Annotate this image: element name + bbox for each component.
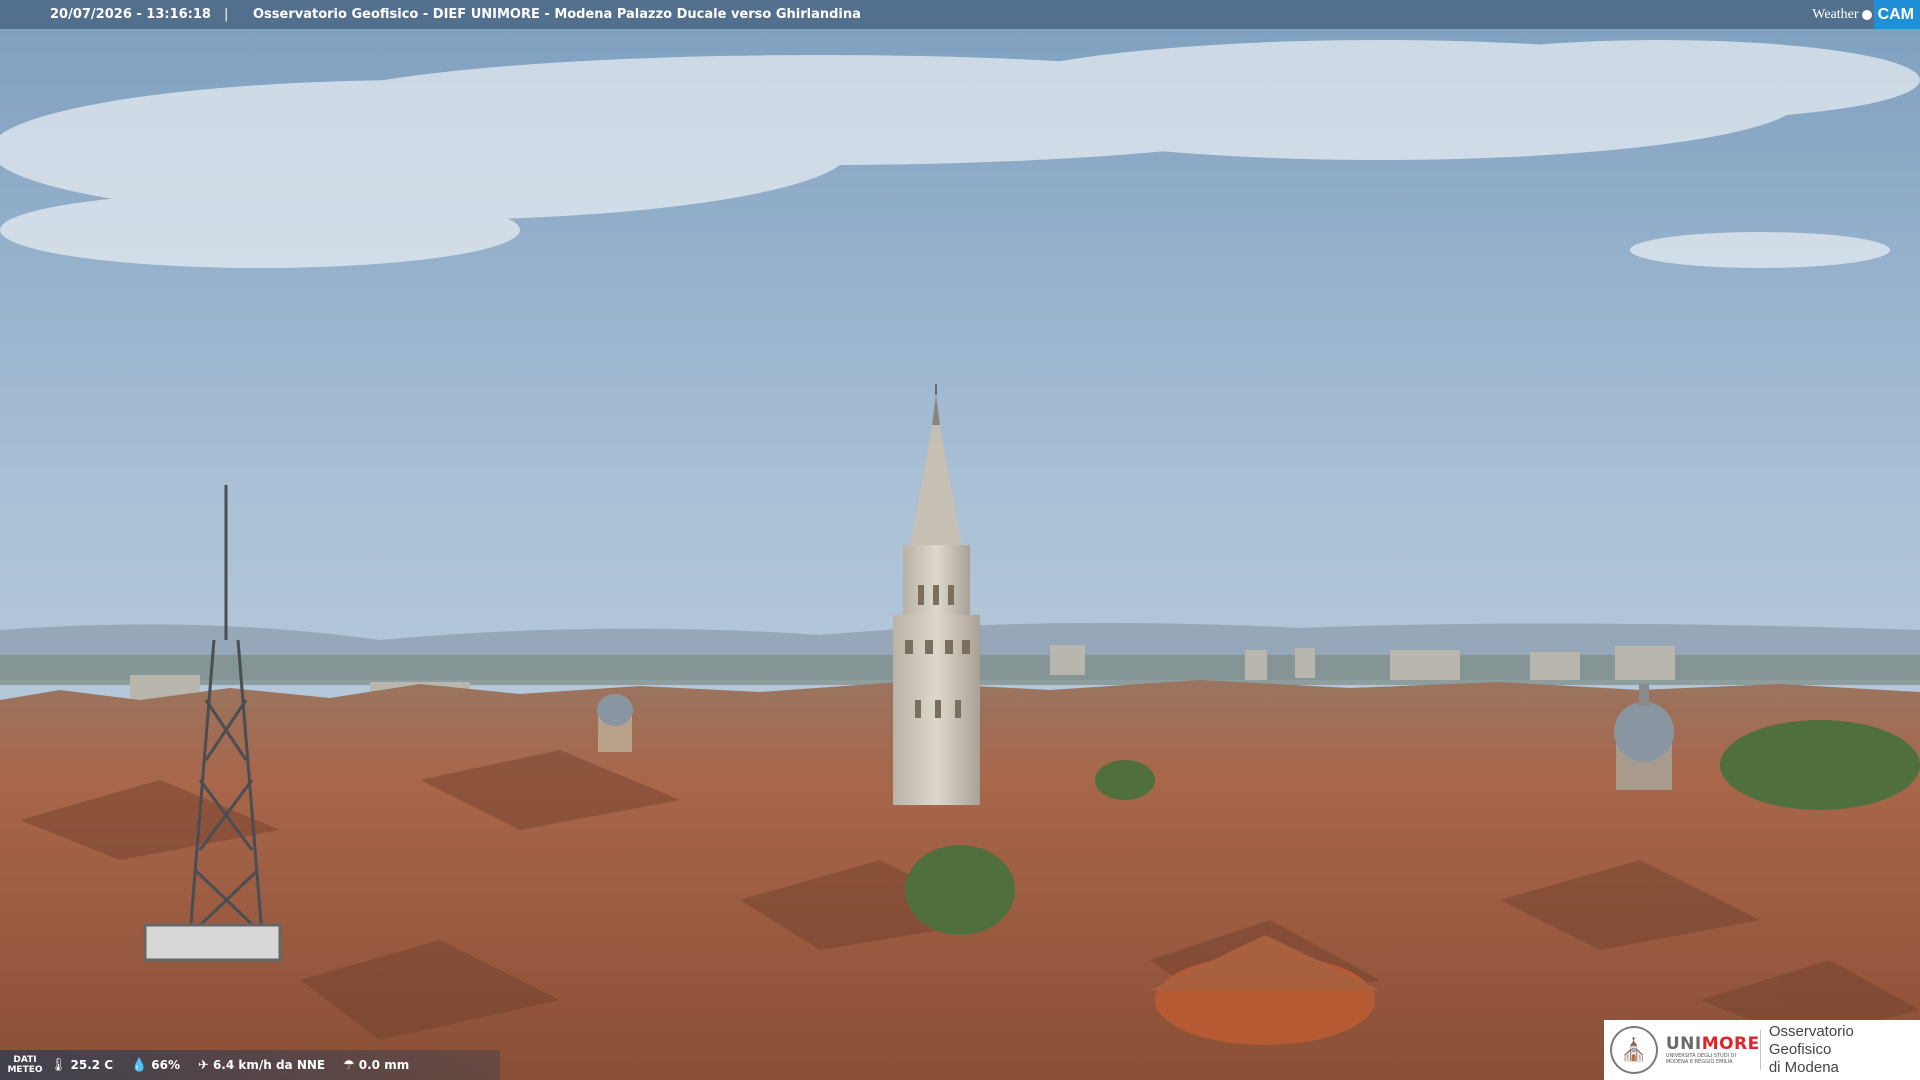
university-line2: MODENA E REGGIO EMILIA bbox=[1665, 1059, 1733, 1065]
unimore-name: UNIMORE bbox=[1665, 1034, 1759, 1054]
unimore-name-part2: MORE bbox=[1701, 1034, 1760, 1054]
dome-left bbox=[597, 694, 633, 752]
humidity-value: 66% bbox=[151, 1058, 181, 1072]
wind-reading: ✈ 6.4 km/h da NNE bbox=[198, 1058, 325, 1073]
observatory-line2: di Modena bbox=[1768, 1059, 1839, 1076]
meteo-label: DATI METEO bbox=[0, 1055, 50, 1075]
droplet-icon: 💧 bbox=[131, 1057, 148, 1073]
wind-icon: ✈ bbox=[198, 1057, 209, 1073]
wind-value: 6.4 km/h da NNE bbox=[212, 1058, 326, 1072]
observatory-line1: Osservatorio Geofisico bbox=[1768, 1023, 1854, 1058]
temperature-reading: 🌡 25.2 C bbox=[50, 1058, 113, 1073]
logo-divider bbox=[1759, 1030, 1761, 1070]
observatory-name: Osservatorio Geofisico di Modena bbox=[1769, 1023, 1920, 1077]
meteo-label-line1: DATI bbox=[13, 1055, 37, 1065]
thermometer-icon: 🌡 bbox=[50, 1057, 67, 1073]
unimore-name-part1: UNI bbox=[1665, 1034, 1702, 1054]
header-separator: | bbox=[224, 7, 229, 22]
weathercam-logo-weather: Weather bbox=[1812, 6, 1859, 22]
unimore-wordmark: UNIMORE UNIVERSITÀ DEGLI STUDI DI MODENA… bbox=[1665, 1034, 1759, 1065]
rain-value: 0.0 mm bbox=[358, 1058, 410, 1072]
meteo-label-line2: METEO bbox=[7, 1065, 43, 1075]
rain-icon: ☂ bbox=[343, 1057, 355, 1073]
weathercam-logo-cam: CAM bbox=[1873, 0, 1920, 29]
university-seal-icon: ⛪ bbox=[1610, 1026, 1658, 1074]
camera-caption: Osservatorio Geofisico - DIEF UNIMORE - … bbox=[253, 7, 861, 22]
humidity-reading: 💧 66% bbox=[131, 1058, 180, 1073]
weathercam-logo: Weather CAM bbox=[1812, 0, 1920, 29]
webcam-scene bbox=[0, 0, 1920, 1080]
meteo-data-bar: DATI METEO 🌡 25.2 C 💧 66% ✈ 6.4 km/h da … bbox=[0, 1050, 500, 1080]
unimore-logo-box: ⛪ UNIMORE UNIVERSITÀ DEGLI STUDI DI MODE… bbox=[1604, 1020, 1920, 1080]
timestamp: 20/07/2026 - 13:16:18 bbox=[50, 7, 211, 22]
info-header: 20/07/2026 - 13:16:18 | Osservatorio Geo… bbox=[0, 0, 1920, 29]
logo-circle-icon bbox=[1861, 9, 1872, 20]
rain-reading: ☂ 0.0 mm bbox=[343, 1058, 409, 1073]
temperature-value: 25.2 C bbox=[70, 1058, 114, 1072]
